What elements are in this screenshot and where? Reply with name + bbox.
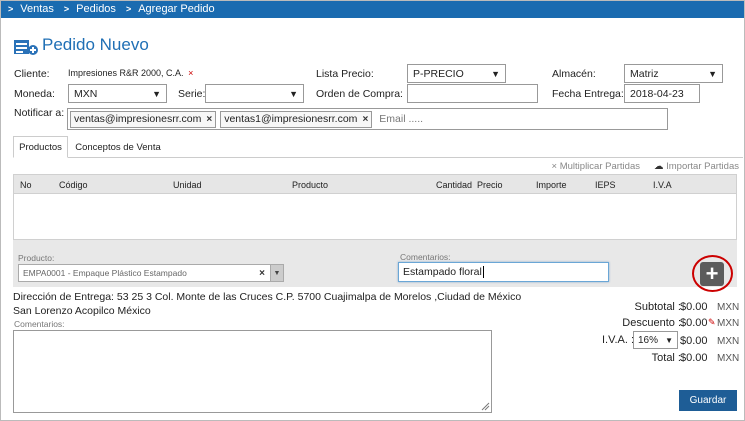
iva-rate-value: 16%	[638, 334, 659, 346]
col-cantidad: Cantidad	[436, 180, 473, 190]
notificar-tag-input[interactable]: ventas@impresionesrr.com × ventas1@impre…	[67, 108, 668, 130]
edit-pencil-icon[interactable]: ✎	[708, 317, 716, 328]
tab-productos[interactable]: Productos	[13, 136, 68, 158]
serie-label: Serie:	[178, 88, 206, 100]
descuento-value: $0.00	[680, 317, 708, 329]
total-label: Total :	[651, 352, 681, 364]
lista-precio-select[interactable]: P-PRECIO ▼	[407, 64, 506, 83]
multiplicar-partidas-link[interactable]: × Multiplicar Partidas	[552, 161, 640, 172]
lista-precio-value: P-PRECIO	[413, 67, 464, 80]
email-input-placeholder[interactable]: Email .....	[379, 113, 423, 125]
chevron-right-icon: >	[63, 4, 70, 14]
subtotal-label: Subtotal :	[634, 301, 681, 313]
moneda-select[interactable]: MXN ▼	[68, 84, 167, 103]
orden-compra-label: Orden de Compra:	[316, 88, 403, 100]
clear-icon[interactable]: ×	[259, 268, 265, 279]
comentarios-entry-label: Comentarios:	[400, 252, 451, 262]
chevron-right-icon: >	[125, 4, 132, 14]
tab-conceptos-venta[interactable]: Conceptos de Venta	[73, 136, 163, 158]
subtotal-currency: MXN	[717, 302, 740, 313]
iva-value: $0.00	[680, 335, 708, 347]
descuento-label: Descuento :	[622, 317, 681, 329]
importar-partidas-link[interactable]: ☁ Importar Partidas	[654, 161, 739, 172]
orden-compra-input[interactable]	[407, 84, 538, 103]
descuento-currency: MXN	[717, 318, 740, 329]
col-no: No	[20, 180, 32, 190]
almacen-label: Almacén:	[552, 68, 596, 80]
multiply-icon: ×	[551, 161, 560, 172]
producto-label: Producto:	[18, 253, 55, 263]
almacen-value: Matriz	[630, 67, 659, 80]
importar-label: Importar Partidas	[666, 161, 739, 172]
col-unidad: Unidad	[173, 180, 202, 190]
iva-rate-select[interactable]: 16% ▼	[633, 331, 678, 349]
tab-bar: Productos Conceptos de Venta	[13, 136, 743, 158]
almacen-select[interactable]: Matriz ▼	[624, 64, 723, 83]
breadcrumb-agregar-pedido: Agregar Pedido	[138, 3, 215, 15]
dropdown-arrow-icon: ▼	[708, 68, 717, 79]
cliente-label: Cliente:	[14, 68, 50, 80]
col-producto: Producto	[292, 180, 329, 190]
total-value: $0.00	[680, 352, 708, 364]
remove-tag-icon[interactable]: ×	[362, 114, 368, 125]
fecha-entrega-label: Fecha Entrega:	[552, 88, 624, 100]
serie-select[interactable]: ▼	[205, 84, 304, 103]
breadcrumb-ventas[interactable]: Ventas	[20, 3, 54, 15]
total-currency: MXN	[717, 353, 740, 364]
moneda-label: Moneda:	[14, 88, 55, 100]
page-title: Pedido Nuevo	[42, 35, 149, 54]
email-tag-label: ventas@impresionesrr.com	[74, 113, 202, 125]
dropdown-arrow-icon[interactable]: ▼	[270, 265, 283, 281]
col-importe: Importe	[536, 180, 567, 190]
email-tag: ventas1@impresionesrr.com ×	[220, 110, 373, 128]
cloud-upload-icon: ☁	[653, 161, 667, 172]
subtotal-value: $0.00	[680, 301, 708, 313]
notificar-label: Notificar a:	[14, 107, 65, 119]
comentarios-entry-value: Estampado floral	[403, 266, 482, 278]
iva-currency: MXN	[717, 336, 740, 347]
breadcrumb-pedidos[interactable]: Pedidos	[76, 3, 116, 15]
remove-tag-icon[interactable]: ×	[206, 114, 212, 125]
col-precio: Precio	[477, 180, 503, 190]
col-iva: I.V.A	[653, 180, 672, 190]
grid-header: No Código Unidad Producto Cantidad Preci…	[13, 174, 737, 194]
grid-tools: × Multiplicar Partidas ☁ Importar Partid…	[552, 161, 739, 172]
chevron-right-icon: >	[8, 4, 14, 14]
fecha-entrega-input[interactable]: 2018-04-23	[624, 84, 700, 103]
dropdown-arrow-icon: ▼	[289, 88, 298, 99]
comentarios-entry-input[interactable]: Estampado floral	[398, 262, 609, 282]
email-tag: ventas@impresionesrr.com ×	[70, 110, 217, 128]
comentarios-label: Comentarios:	[14, 319, 65, 329]
order-form-icon	[14, 40, 38, 55]
save-button[interactable]: Guardar	[679, 390, 737, 411]
breadcrumb: > Ventas > Pedidos > Agregar Pedido	[0, 0, 745, 18]
dropdown-arrow-icon: ▼	[152, 88, 161, 99]
lista-precio-label: Lista Precio:	[316, 68, 374, 80]
cliente-field[interactable]: Impresiones R&R 2000, C.A. ×	[68, 68, 193, 78]
iva-label: I.V.A. :	[602, 334, 635, 346]
highlight-circle	[692, 255, 733, 292]
cliente-value: Impresiones R&R 2000, C.A.	[68, 68, 184, 78]
moneda-value: MXN	[74, 87, 98, 100]
col-ieps: IEPS	[595, 180, 616, 190]
dropdown-arrow-icon: ▼	[665, 335, 673, 345]
producto-value: EMPA0001 - Empaque Plástico Estampado	[23, 268, 187, 278]
multiplicar-label: Multiplicar Partidas	[559, 161, 640, 172]
producto-select[interactable]: EMPA0001 - Empaque Plástico Estampado × …	[18, 264, 284, 282]
cliente-clear-icon[interactable]: ×	[188, 68, 193, 78]
col-codigo: Código	[59, 180, 88, 190]
text-cursor	[482, 266, 484, 278]
email-tag-label: ventas1@impresionesrr.com	[224, 113, 358, 125]
resize-handle-icon[interactable]	[481, 402, 490, 411]
comentarios-textarea[interactable]	[13, 330, 492, 413]
delivery-address: Dirección de Entrega: 53 25 3 Col. Monte…	[13, 291, 522, 317]
dropdown-arrow-icon: ▼	[491, 68, 500, 79]
grid-body	[13, 194, 737, 240]
